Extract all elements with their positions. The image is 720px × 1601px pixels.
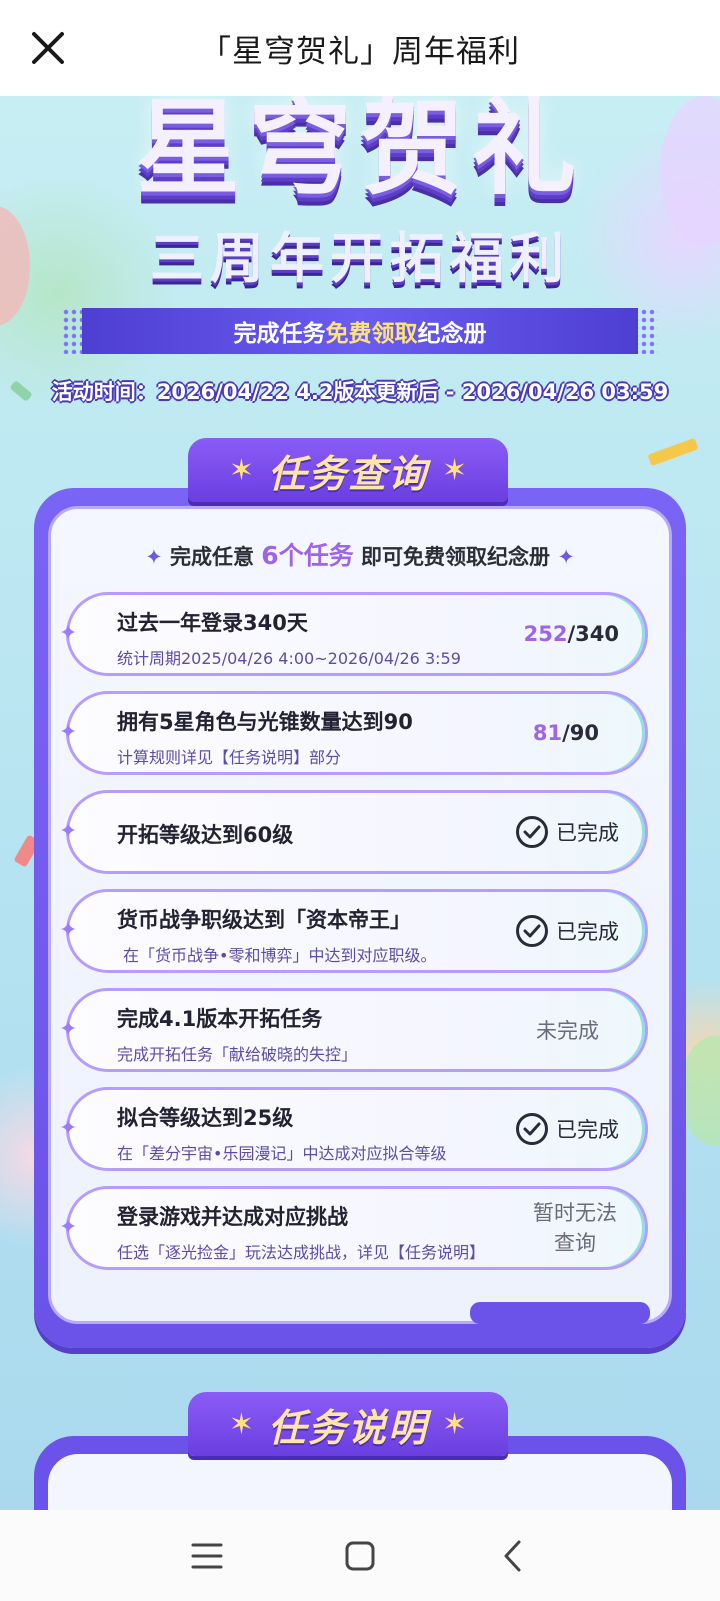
task-row[interactable]: 拥有5星角色与光锥数量达到90 计算规则详见【任务说明】部分 81/90 xyxy=(59,691,648,775)
menu-button[interactable] xyxy=(177,1526,237,1586)
task-description-tab: ✶ 任务说明 ✶ xyxy=(188,1392,508,1456)
check-circle-icon xyxy=(516,915,548,947)
ribbon-suffix: 纪念册 xyxy=(417,321,487,347)
home-button[interactable] xyxy=(330,1526,390,1586)
task-subtitle: 计算规则详见【任务说明】部分 xyxy=(117,748,342,767)
close-button[interactable] xyxy=(22,22,74,74)
progress-current: 81 xyxy=(532,721,563,745)
task-row[interactable]: 货币战争职级达到「资本帝王」 在「货币战争•零和博弈」中达到对应职级。 已完成 xyxy=(59,889,648,973)
panel-decoration xyxy=(470,1302,650,1324)
progress-current: 252 xyxy=(523,622,568,646)
task-title: 完成4.1版本开拓任务 xyxy=(117,1007,323,1031)
home-icon xyxy=(345,1541,375,1570)
hint-prefix: 完成任意 xyxy=(169,545,254,569)
sparkle-icon: ✦ xyxy=(557,545,575,569)
task-title: 过去一年登录340天 xyxy=(117,611,308,635)
task-subtitle: 在「货币战争•零和博弈」中达到对应职级。 xyxy=(123,946,437,965)
task-title: 登录游戏并达成对应挑战 xyxy=(117,1205,348,1229)
back-button[interactable] xyxy=(483,1526,543,1586)
status-label: 已完成 xyxy=(556,1118,619,1142)
task-hint: ✦ 完成任意 6个任务 即可免费领取纪念册 ✦ xyxy=(0,536,720,572)
hint-count: 6个任务 xyxy=(261,541,354,570)
system-nav-bar xyxy=(0,1510,720,1601)
task-subtitle: 任选「逐光捡金」玩法达成挑战，详见【任务说明】 xyxy=(117,1243,486,1262)
task-row[interactable]: 开拓等级达到60级 已完成 xyxy=(59,790,648,874)
task-row[interactable]: 完成4.1版本开拓任务 完成开拓任务「献给破晓的失控」 未完成 xyxy=(59,988,648,1072)
ribbon-highlight: 免费领取 xyxy=(325,321,418,347)
banner-ribbon: 完成任务 免费领取 纪念册 xyxy=(82,308,638,354)
close-icon xyxy=(32,32,64,64)
task-description-inner xyxy=(48,1454,672,1510)
task-subtitle: 在「差分宇宙•乐园漫记」中达成对应拟合等级 xyxy=(117,1144,447,1163)
progress-total: /90 xyxy=(562,721,599,745)
top-bar: 「星穹贺礼」周年福利 xyxy=(0,0,720,96)
task-status: 已完成 xyxy=(516,892,619,970)
task-description-label: 任务说明 xyxy=(267,1405,428,1450)
event-banner: 星穹贺礼 三周年开拓福利 xyxy=(0,96,720,293)
task-row[interactable]: 过去一年登录340天 统计周期2025/04/26 4:00~2026/04/2… xyxy=(59,592,648,676)
sparkle-icon: ✶ xyxy=(442,452,468,488)
task-status: 已完成 xyxy=(516,793,619,871)
task-progress: 252/340 xyxy=(524,595,619,673)
banner-title: 星穹贺礼 xyxy=(135,96,584,209)
check-circle-icon xyxy=(516,816,548,848)
task-subtitle: 完成开拓任务「献给破晓的失控」 xyxy=(117,1045,358,1064)
task-row[interactable]: 登录游戏并达成对应挑战 任选「逐光捡金」玩法达成挑战，详见【任务说明】 暂时无法… xyxy=(59,1186,648,1270)
sparkle-icon: ✶ xyxy=(228,452,254,488)
status-label: 已完成 xyxy=(556,821,619,845)
back-icon xyxy=(504,1540,521,1571)
task-title: 拥有5星角色与光锥数量达到90 xyxy=(117,710,413,734)
task-status: 暂时无法查询 xyxy=(533,1201,617,1255)
event-page[interactable]: 星穹贺礼 三周年开拓福利 完成任务 免费领取 纪念册 活动时间：2026/04/… xyxy=(0,96,720,1510)
check-circle-icon xyxy=(516,1113,548,1145)
task-status: 已完成 xyxy=(516,1090,619,1168)
sparkle-icon: ✶ xyxy=(228,1406,254,1442)
sparkle-icon: ✶ xyxy=(442,1406,468,1442)
task-query-label: 任务查询 xyxy=(267,451,428,496)
task-progress: 81/90 xyxy=(533,694,599,772)
banner-subtitle: 三周年开拓福利 xyxy=(150,227,570,290)
ribbon-prefix: 完成任务 xyxy=(233,321,326,347)
page-title: 「星穹贺礼」周年福利 xyxy=(200,33,520,70)
status-label: 已完成 xyxy=(556,920,619,944)
task-status: 未完成 xyxy=(536,1019,599,1043)
task-row[interactable]: 拟合等级达到25级 在「差分宇宙•乐园漫记」中达成对应拟合等级 已完成 xyxy=(59,1087,648,1171)
event-time: 活动时间：2026/04/22 4.2版本更新后 - 2026/04/26 03… xyxy=(51,380,669,404)
sparkle-icon: ✦ xyxy=(145,545,163,569)
task-query-tab: ✶ 任务查询 ✶ xyxy=(188,438,508,502)
hint-suffix: 即可免费领取纪念册 xyxy=(361,545,551,569)
progress-total: /340 xyxy=(567,622,619,646)
task-title: 货币战争职级达到「资本帝王」 xyxy=(117,908,411,932)
balloon-decoration xyxy=(680,1036,720,1146)
menu-icon xyxy=(191,1543,223,1568)
task-title: 开拓等级达到60级 xyxy=(117,823,294,847)
task-title: 拟合等级达到25级 xyxy=(117,1106,294,1130)
confetti-decoration xyxy=(647,437,699,467)
task-subtitle: 统计周期2025/04/26 4:00~2026/04/26 3:59 xyxy=(117,649,461,668)
